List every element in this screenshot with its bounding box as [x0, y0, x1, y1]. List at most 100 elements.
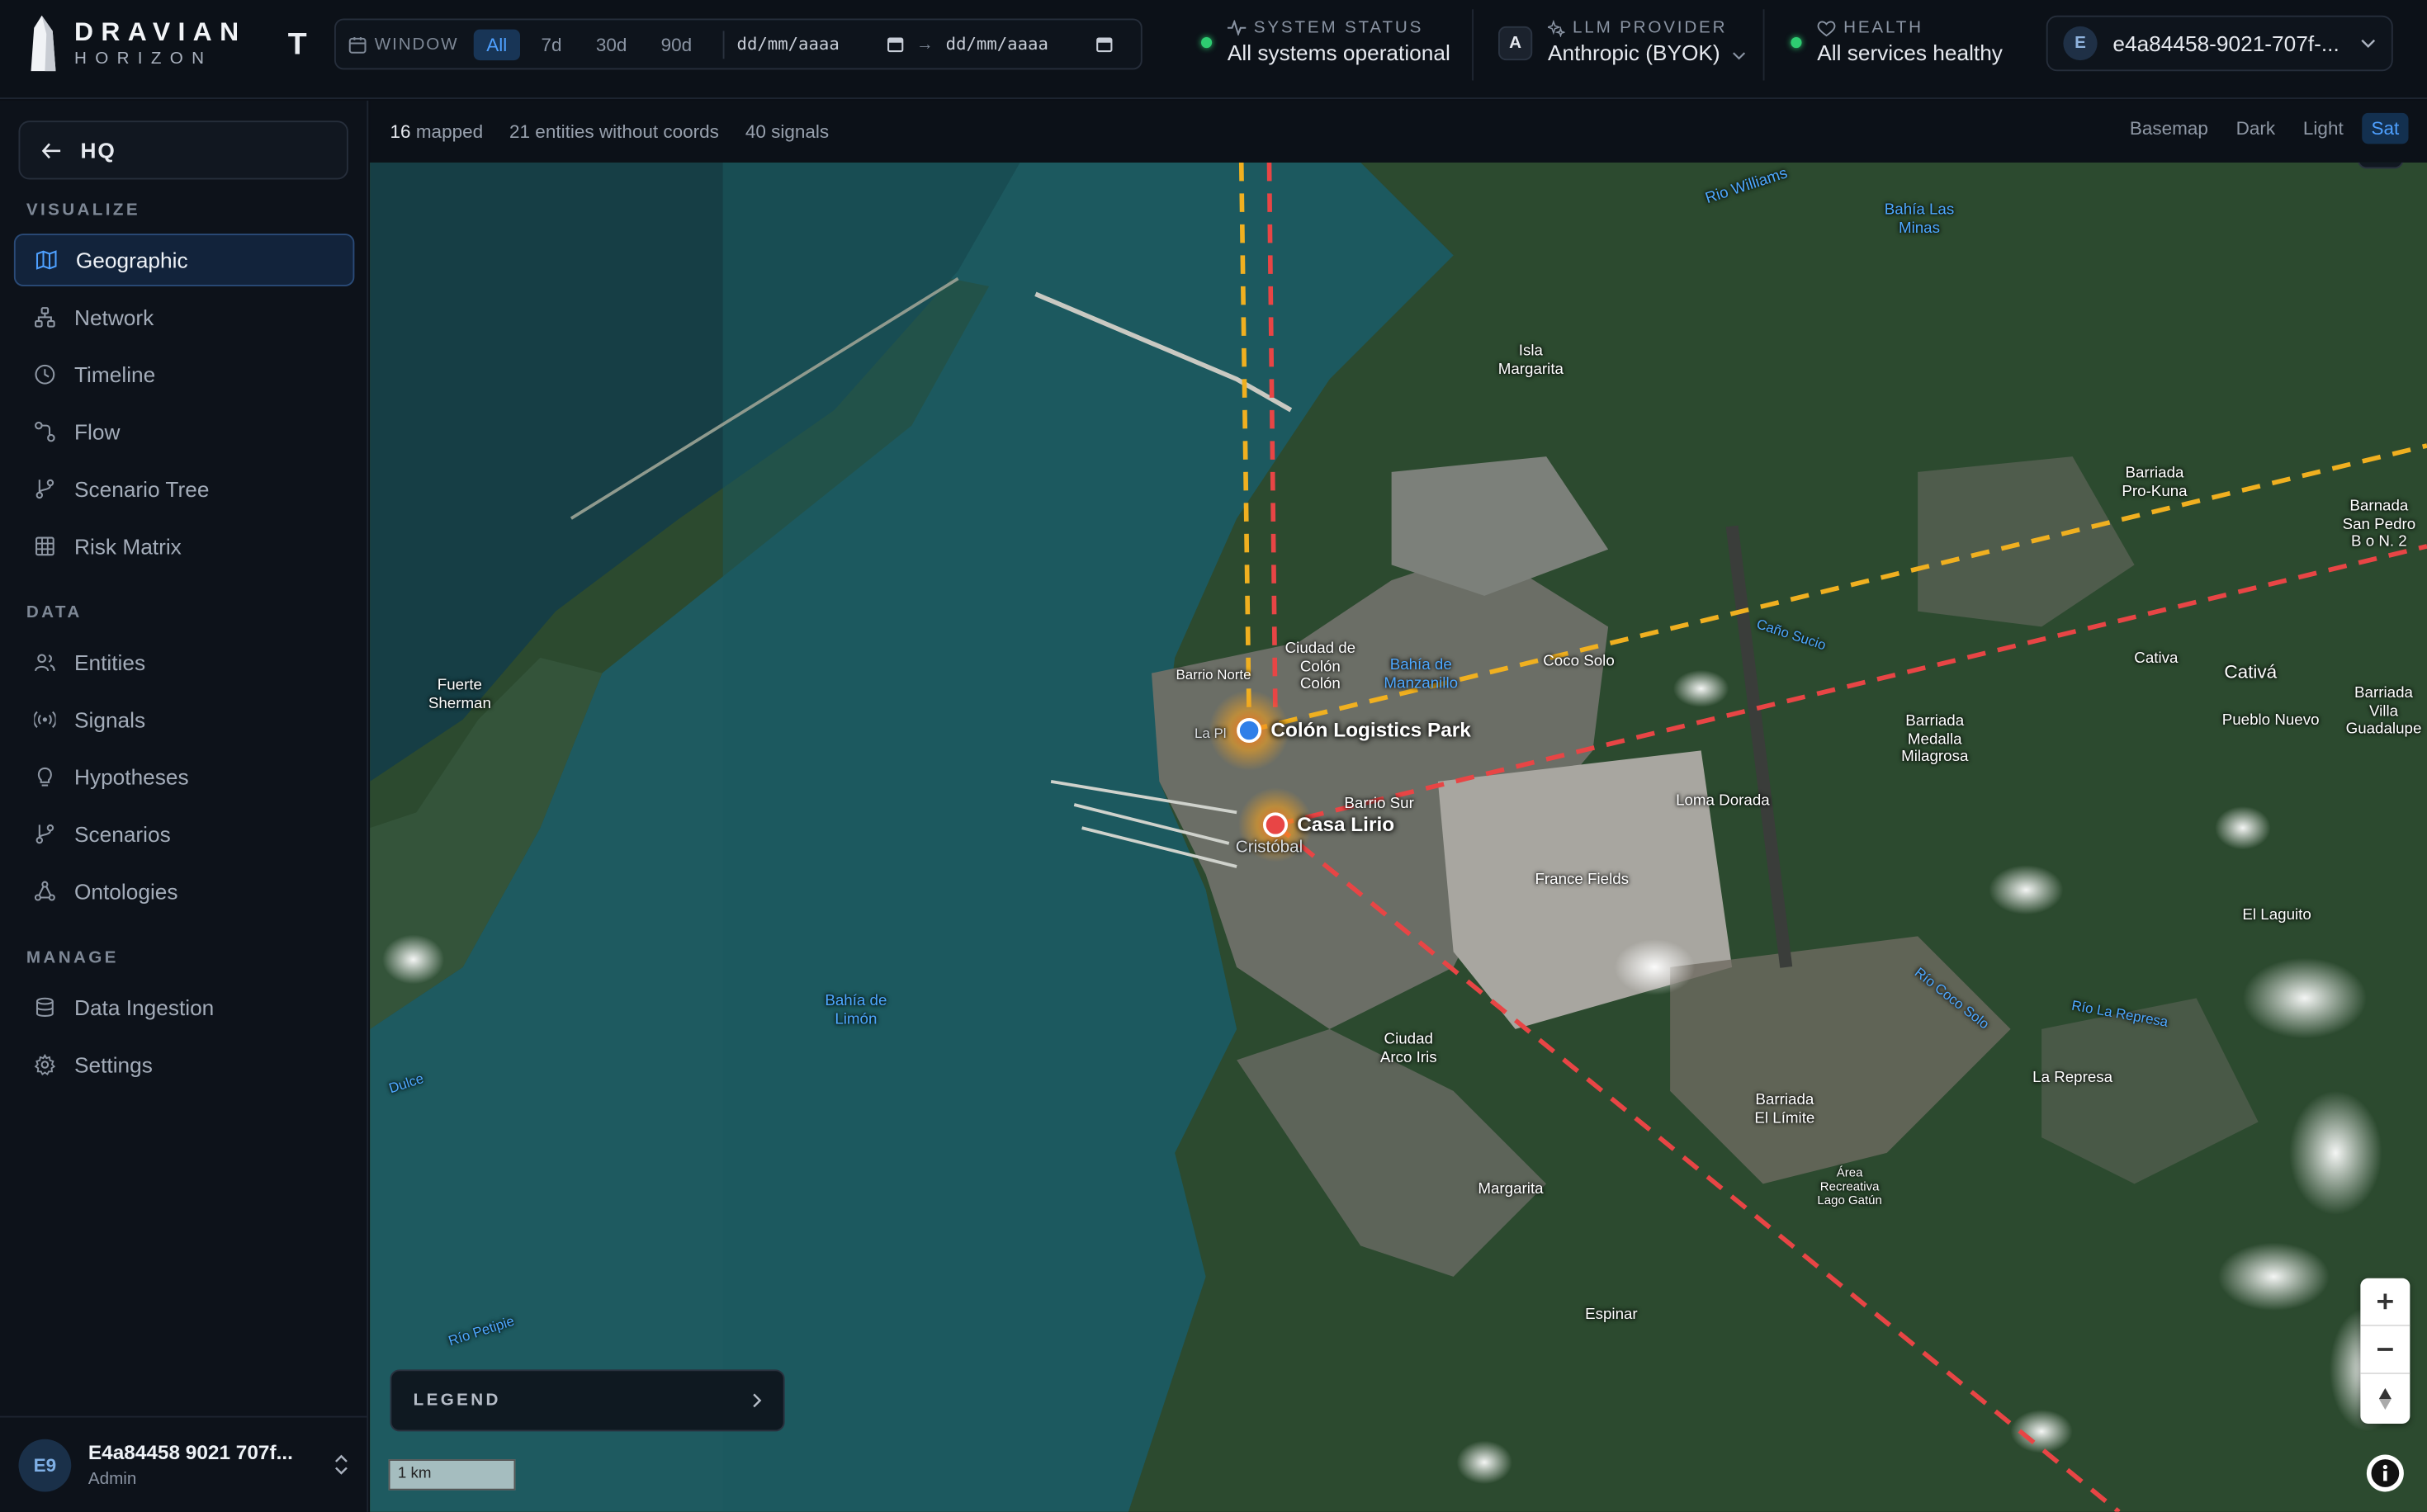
- place-label: France Fields: [1535, 872, 1630, 889]
- place-label: Bahía Las Minas: [1884, 201, 1955, 237]
- sidebar-item-data-ingestion[interactable]: Data Ingestion: [14, 981, 355, 1034]
- dravian-logo-icon: [31, 15, 56, 72]
- mapped-count: 16 mapped: [390, 120, 484, 143]
- panel-toggle-button[interactable]: [2357, 162, 2404, 169]
- health-status[interactable]: HEALTH All services healthy: [1791, 19, 2003, 65]
- grid-icon: [35, 536, 54, 556]
- llm-provider-value: Anthropic (BYOK): [1548, 40, 1746, 65]
- llm-provider-label: LLM PROVIDER: [1548, 19, 1746, 37]
- account-switcher[interactable]: E e4a84458-9021-707f-...: [2046, 15, 2393, 72]
- user-role: Admin: [88, 1470, 137, 1489]
- legend-toggle[interactable]: LEGEND: [390, 1369, 785, 1432]
- top-bar: DRAVIAN HORIZON T WINDOW All 7d 30d 90d …: [0, 0, 2427, 99]
- place-label: Barriada Pro-Kuna: [2122, 465, 2188, 500]
- map-canvas[interactable]: Colón Logistics Park Casa Lirio Rio Will…: [370, 162, 2427, 1512]
- basemap-switcher: Basemap Dark Light Sat: [2121, 112, 2409, 144]
- brand-name: DRAVIAN: [74, 17, 247, 47]
- status-ok-dot: [1201, 37, 1213, 49]
- date-from-input[interactable]: dd/mm/aaaa: [737, 34, 905, 54]
- window-option-all[interactable]: All: [474, 28, 520, 60]
- place-label: Barnada San Pedro B o N. 2: [2342, 498, 2416, 551]
- attribution-info-button[interactable]: [2366, 1454, 2404, 1492]
- chevron-down-icon: [1733, 52, 1746, 60]
- zoom-in-button[interactable]: [2360, 1278, 2410, 1326]
- sidebar-item-ontologies[interactable]: Ontologies: [14, 865, 355, 918]
- marker-label-casa-lirio[interactable]: Casa Lirio: [1297, 812, 1394, 835]
- basemap-option-dark[interactable]: Dark: [2226, 113, 2284, 144]
- marker-label-colon-logistics-park[interactable]: Colón Logistics Park: [1270, 718, 1470, 741]
- time-window-filter: WINDOW All 7d 30d 90d dd/mm/aaaa → dd/mm…: [334, 18, 1143, 70]
- calendar-icon: [348, 36, 367, 53]
- place-label: Barrio Sur: [1344, 796, 1414, 813]
- git-branch-icon: [35, 824, 54, 844]
- workspace-initial[interactable]: T: [288, 28, 307, 64]
- place-label: Margarita: [1478, 1181, 1544, 1198]
- sidebar-item-scenarios[interactable]: Scenarios: [14, 808, 355, 861]
- section-title-manage: MANAGE: [26, 948, 119, 967]
- place-label: Cativa: [2134, 650, 2179, 668]
- signals-count: 40 signals: [745, 120, 830, 143]
- sidebar-item-scenario-tree[interactable]: Scenario Tree: [14, 463, 355, 516]
- scale-bar: 1 km: [388, 1459, 516, 1491]
- place-label: Cristóbal: [1235, 838, 1303, 858]
- lightbulb-icon: [37, 767, 52, 787]
- activity-icon: [1227, 20, 1247, 36]
- sidebar-item-network[interactable]: Network: [14, 291, 355, 344]
- sidebar-item-hypotheses[interactable]: Hypotheses: [14, 750, 355, 803]
- marker-colon-logistics-park[interactable]: [1237, 718, 1262, 743]
- entities-without-coords: 21 entities without coords: [509, 120, 719, 143]
- user-name: E4a84458 9021 707f...: [88, 1440, 293, 1464]
- window-option-30d[interactable]: 30d: [584, 29, 640, 60]
- sidebar-item-timeline[interactable]: Timeline: [14, 348, 355, 401]
- zoom-controls: [2360, 1278, 2410, 1424]
- system-status-value: All systems operational: [1227, 40, 1450, 65]
- place-label: Fuerte Sherman: [428, 677, 491, 712]
- window-option-90d[interactable]: 90d: [649, 29, 705, 60]
- system-status[interactable]: SYSTEM STATUS All systems operational: [1201, 19, 1450, 65]
- health-ok-dot: [1791, 37, 1802, 49]
- workflow-icon: [34, 881, 55, 901]
- place-label: Cativá: [2224, 660, 2278, 683]
- user-menu[interactable]: E9 E4a84458 9021 707f... Admin: [0, 1415, 367, 1512]
- zoom-out-button[interactable]: [2360, 1326, 2410, 1374]
- basemap-option-light[interactable]: Light: [2294, 113, 2353, 144]
- sidebar-item-geographic[interactable]: Geographic: [13, 234, 355, 286]
- llm-provider-select[interactable]: A LLM PROVIDER Anthropic (BYOK): [1498, 19, 1746, 65]
- account-avatar: E: [2063, 26, 2098, 61]
- basemap-label: Basemap: [2129, 117, 2208, 139]
- sidebar-item-flow[interactable]: Flow: [14, 405, 355, 458]
- date-picker-icon[interactable]: [887, 35, 904, 53]
- account-id: e4a84458-9021-707f-...: [2112, 31, 2339, 56]
- sparkles-icon: [1548, 19, 1565, 37]
- chevron-down-icon: [2361, 39, 2376, 48]
- place-label: Barriada El Límite: [1754, 1091, 1815, 1127]
- sidebar-item-settings[interactable]: Settings: [14, 1038, 355, 1091]
- health-label: HEALTH: [1817, 19, 2003, 37]
- basemap-option-sat[interactable]: Sat: [2362, 112, 2409, 144]
- place-label: Isla Margarita: [1497, 343, 1564, 378]
- hq-back-button[interactable]: HQ: [18, 120, 348, 180]
- reset-bearing-button[interactable]: [2360, 1374, 2410, 1422]
- info-icon: [2371, 1459, 2400, 1487]
- divider: [1762, 9, 1765, 81]
- git-branch-icon: [35, 479, 54, 499]
- chevron-right-icon: [753, 1393, 762, 1408]
- date-to-input[interactable]: dd/mm/aaaa: [946, 34, 1114, 54]
- marker-casa-lirio[interactable]: [1263, 812, 1288, 838]
- sidebar-item-entities[interactable]: Entities: [14, 636, 355, 689]
- minus-icon: [2377, 1348, 2393, 1351]
- sidebar: HQ VISUALIZE Geographic Network Timeline…: [0, 100, 369, 1512]
- date-picker-icon[interactable]: [1096, 35, 1114, 53]
- arrow-right-icon: →: [916, 35, 934, 54]
- heart-pulse-icon: [1817, 20, 1836, 36]
- brand-logo[interactable]: DRAVIAN HORIZON: [28, 15, 247, 72]
- satellite-basemap: [370, 162, 2427, 1512]
- database-icon: [35, 997, 54, 1017]
- place-label: Ciudad de Colón Colón: [1284, 640, 1356, 693]
- place-label: Barriada Villa Guadalupe: [2345, 685, 2422, 738]
- avatar: E9: [18, 1438, 72, 1491]
- sidebar-item-signals[interactable]: Signals: [14, 693, 355, 746]
- arrow-left-icon: [41, 142, 61, 158]
- window-option-7d[interactable]: 7d: [529, 29, 575, 60]
- sidebar-item-risk-matrix[interactable]: Risk Matrix: [14, 520, 355, 573]
